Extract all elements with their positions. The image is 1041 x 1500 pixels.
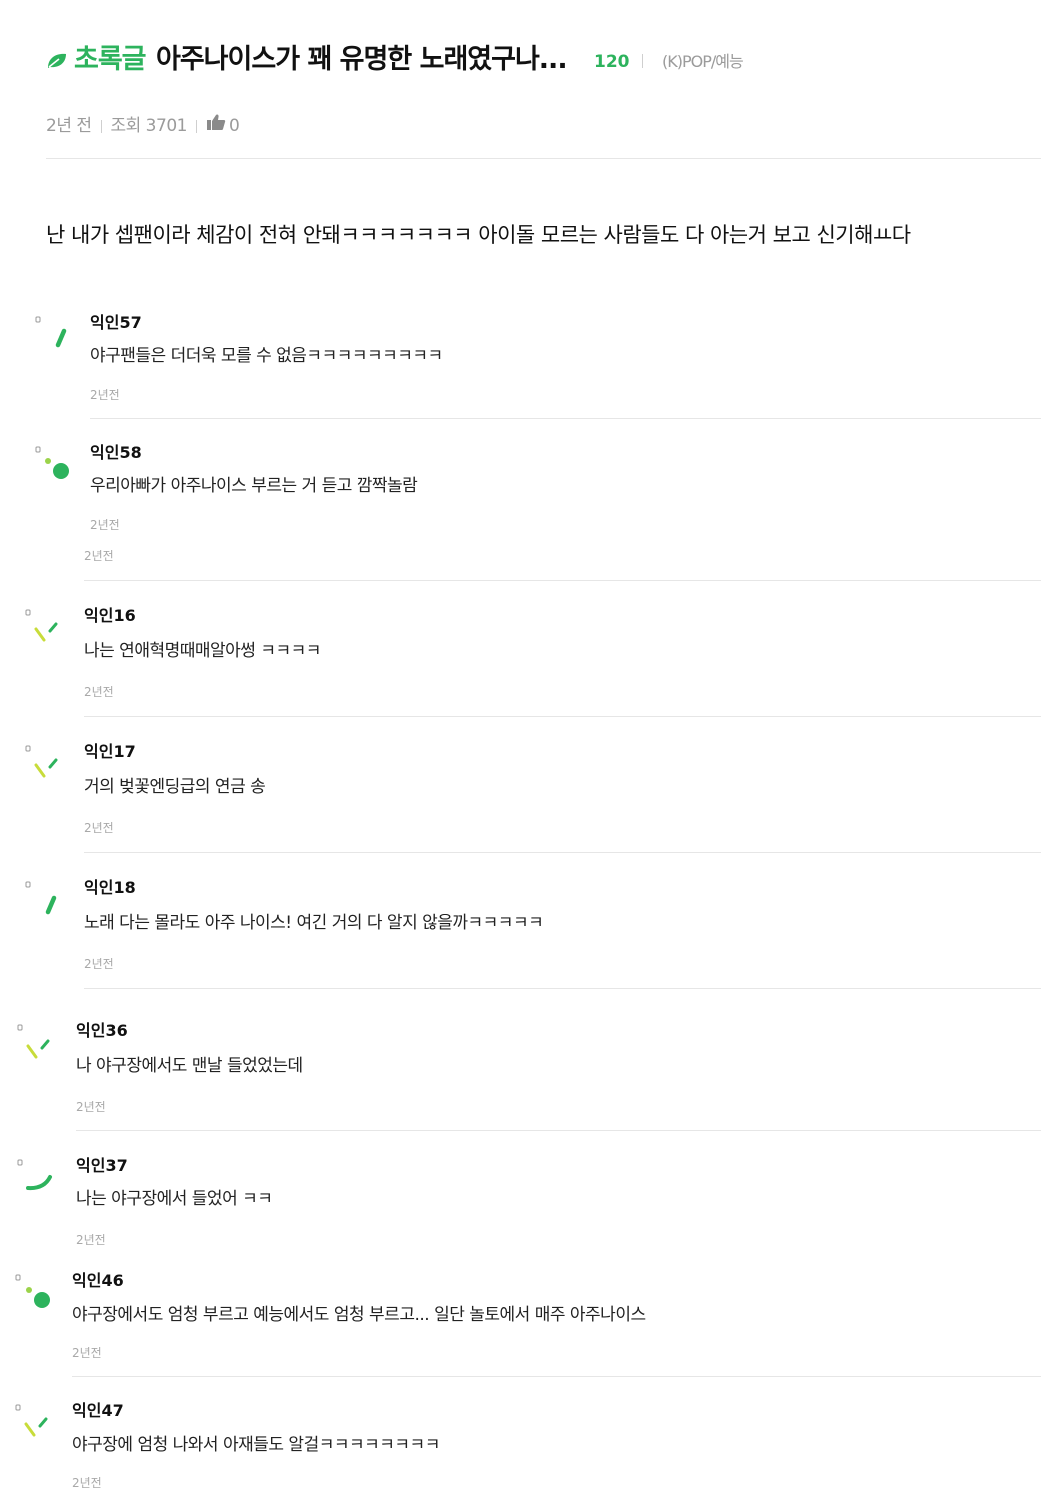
comment-divider <box>90 418 1041 419</box>
comment-item: 익인37 나는 야구장에서 들었어 ㅋㅋ 2년전 <box>16 1155 1041 1247</box>
comment-item: 익인18 노래 다는 몰라도 아주 나이스! 여긴 거의 다 알지 않을까ㅋㅋㅋ… <box>24 877 1041 971</box>
comment-author[interactable]: 익인57 <box>90 312 142 334</box>
header-divider <box>46 158 1041 159</box>
comment-count[interactable]: 120 <box>594 50 630 74</box>
green-stroke-icon <box>25 881 57 915</box>
thumbs-up-icon[interactable] <box>206 113 226 131</box>
comment-time: 2년전 <box>84 685 114 699</box>
comment-text: 나는 연애혁명때매알아썽 ㅋㅋㅋㅋ <box>84 641 321 661</box>
comment-text: 야구장에서도 엄청 부르고 예능에서도 엄청 부르고... 일단 놀토에서 매주… <box>72 1305 646 1325</box>
comment-divider <box>72 1376 1041 1377</box>
comment-text: 우리아빠가 아주나이스 부르는 거 듣고 깜짝놀람 <box>90 476 418 496</box>
yellow-green-tick-icon <box>25 745 58 778</box>
post-header: 초록글 아주나이스가 꽤 유명한 노래였구나... 120 (K)POP/예능 <box>46 40 1041 80</box>
comment-author[interactable]: 익인17 <box>84 741 136 763</box>
green-dot-icon <box>35 446 69 479</box>
comment-item: 익인47 야구장에 엄청 나와서 아재들도 알걸ㅋㅋㅋㅋㅋㅋㅋㅋ 2년전 <box>14 1400 1041 1490</box>
comment-item: 익인36 나 야구장에서도 맨날 들었었는데 2년전 <box>16 1020 1041 1114</box>
yellow-green-tick-icon <box>15 1404 48 1437</box>
divider <box>100 119 102 133</box>
like-count: 0 <box>228 116 240 136</box>
comment-divider <box>76 1130 1041 1131</box>
comment-author[interactable]: 익인36 <box>76 1020 128 1042</box>
leaf-icon <box>48 53 66 68</box>
comment-time: 2년전 <box>76 1100 106 1114</box>
comment-item: 익인17 거의 벚꽃엔딩급의 연금 송 2년전 <box>24 741 1041 835</box>
comment-text: 노래 다는 몰라도 아주 나이스! 여긴 거의 다 알지 않을까ㅋㅋㅋㅋㅋ <box>84 913 544 933</box>
comment-text: 나는 야구장에서 들었어 ㅋㅋ <box>76 1189 273 1209</box>
comment-item: 익인57 야구팬들은 더더욱 모를 수 없음ㅋㅋㅋㅋㅋㅋㅋㅋㅋ 2년전 <box>34 312 1041 402</box>
yellow-green-tick-icon <box>25 609 58 642</box>
comment-item: 익인16 나는 연애혁명때매알아썽 ㅋㅋㅋㅋ 2년전 <box>24 605 1041 699</box>
comment-author[interactable]: 익인18 <box>84 877 136 899</box>
green-dot-icon <box>15 1274 50 1308</box>
comment-author[interactable]: 익인58 <box>90 442 142 464</box>
comment-time: 2년전 <box>84 957 114 971</box>
comment-time: 2년전 <box>84 821 114 835</box>
post-time: 2년 전 <box>46 116 92 136</box>
divider <box>195 119 197 133</box>
comment-text: 야구팬들은 더더욱 모를 수 없음ㅋㅋㅋㅋㅋㅋㅋㅋㅋ <box>90 346 443 366</box>
comment-divider <box>84 852 1041 853</box>
post-title: 아주나이스가 꽤 유명한 노래였구나... <box>156 44 568 75</box>
comment-item: 익인58 우리아빠가 아주나이스 부르는 거 듣고 깜짝놀람 2년전 <box>34 442 1041 532</box>
post-body: 난 내가 셉팬이라 체감이 전혀 안돼ㅋㅋㅋㅋㅋㅋㅋ 아이돌 모르는 사람들도 … <box>46 223 911 247</box>
comment-divider <box>84 580 1041 581</box>
comment-author[interactable]: 익인16 <box>84 605 136 627</box>
comment-time: 2년전 <box>72 1476 102 1490</box>
board-label[interactable]: 초록글 <box>74 40 147 80</box>
comment-text: 야구장에 엄청 나와서 아재들도 알걸ㅋㅋㅋㅋㅋㅋㅋㅋ <box>72 1435 440 1455</box>
category-link[interactable]: (K)POP/예능 <box>662 50 744 74</box>
green-stroke-icon <box>35 316 67 348</box>
yellow-green-tick-icon <box>17 1024 50 1059</box>
green-curve-icon <box>17 1159 52 1191</box>
comment-author[interactable]: 익인47 <box>72 1400 124 1422</box>
comment-text: 나 야구장에서도 맨날 들었었는데 <box>76 1056 303 1076</box>
view-count: 조회 3701 <box>110 116 188 136</box>
post-meta: 2년 전 조회 3701 0 <box>46 113 240 139</box>
comment-time: 2년전 <box>76 1233 106 1247</box>
comment-item: 익인46 야구장에서도 엄청 부르고 예능에서도 엄청 부르고... 일단 놀토… <box>14 1270 1041 1360</box>
comment-author[interactable]: 익인46 <box>72 1270 124 1292</box>
divider <box>642 54 643 68</box>
comment-text: 거의 벚꽃엔딩급의 연금 송 <box>84 777 266 797</box>
comment-author[interactable]: 익인37 <box>76 1155 128 1177</box>
comment-time: 2년전 <box>72 1346 102 1360</box>
comment-time: 2년전 <box>84 549 114 563</box>
comment-time: 2년전 <box>90 388 120 402</box>
comment-time: 2년전 <box>90 518 120 532</box>
comment-divider <box>84 716 1041 717</box>
comment-divider <box>84 988 1041 989</box>
